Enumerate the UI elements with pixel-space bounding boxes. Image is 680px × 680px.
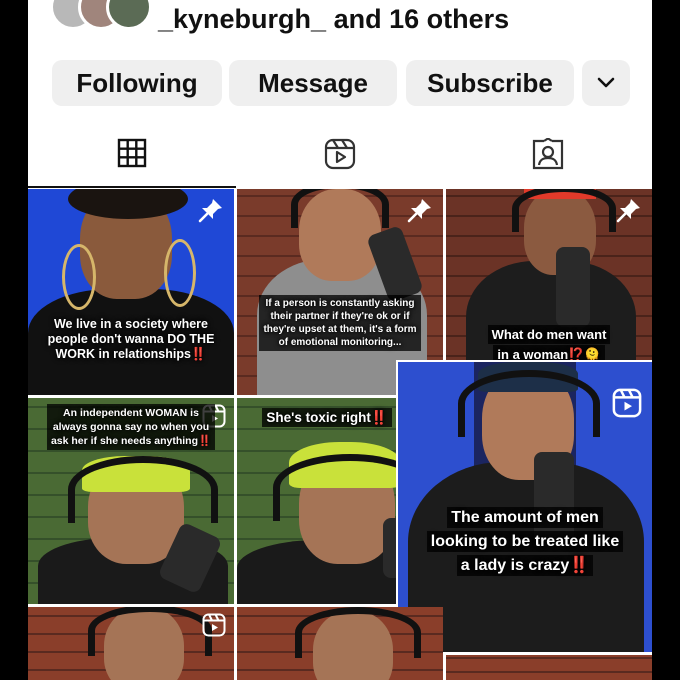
caption-line: of emotional monitoring... bbox=[278, 337, 402, 348]
subscribe-button-label: Subscribe bbox=[427, 67, 553, 98]
profile-tabs bbox=[28, 130, 652, 188]
pin-icon bbox=[198, 199, 222, 223]
post-tile[interactable] bbox=[28, 607, 234, 680]
subscribe-button[interactable]: Subscribe bbox=[406, 60, 574, 106]
post-caption: We live in a society where people don't … bbox=[32, 317, 230, 362]
post-tile[interactable] bbox=[446, 655, 652, 680]
suggested-dropdown-button[interactable] bbox=[582, 60, 630, 106]
caption-line: An independent WOMAN is bbox=[63, 407, 199, 419]
caption-line: they're upset at them, it's a form bbox=[263, 324, 417, 335]
posts-grid: We live in a society where people don't … bbox=[28, 189, 652, 680]
follower-handle[interactable]: _kyneburgh_ bbox=[158, 4, 326, 34]
post-caption: An independent WOMAN is always gonna say… bbox=[32, 404, 230, 450]
tagged-icon bbox=[532, 138, 564, 170]
caption-line: The amount of men bbox=[447, 507, 603, 528]
post-caption: What do men want in a woman⁉️🫠 bbox=[450, 325, 648, 365]
followed-by-row[interactable]: _kyneburgh_ and 16 others bbox=[28, 0, 652, 50]
caption-line: looking to be treated like bbox=[426, 531, 624, 552]
caption-line: She's toxic right‼️ bbox=[262, 408, 392, 427]
caption-line: What do men want bbox=[487, 325, 611, 344]
post-tile[interactable]: We live in a society where people don't … bbox=[28, 189, 234, 395]
profile-screen: _kyneburgh_ and 16 others Following Mess… bbox=[28, 0, 652, 680]
pin-icon bbox=[616, 199, 640, 223]
following-button-label: Following bbox=[76, 67, 198, 98]
caption-line: ask her if she needs anything‼️ bbox=[50, 435, 212, 447]
followed-by-count: and 16 others bbox=[326, 4, 510, 34]
caption-line: WORK in relationships‼️ bbox=[55, 347, 207, 361]
post-thumbnail bbox=[446, 655, 652, 680]
caption-line: always gonna say no when you bbox=[52, 421, 210, 433]
post-caption: If a person is constantly asking their p… bbox=[241, 295, 439, 351]
chevron-down-icon bbox=[597, 77, 615, 88]
tab-tagged[interactable] bbox=[444, 130, 652, 188]
reel-badge-icon bbox=[612, 388, 642, 418]
follower-avatars bbox=[50, 0, 170, 30]
caption-line: a lady is crazy‼️ bbox=[456, 555, 594, 576]
following-button[interactable]: Following bbox=[52, 60, 222, 106]
reel-badge-icon bbox=[202, 613, 226, 637]
post-tile[interactable]: An independent WOMAN is always gonna say… bbox=[28, 398, 234, 604]
caption-line: If a person is constantly asking bbox=[265, 298, 415, 309]
post-tile[interactable] bbox=[237, 607, 443, 680]
caption-line: people don't wanna DO THE bbox=[47, 332, 215, 346]
followed-by-text: _kyneburgh_ and 16 others bbox=[158, 4, 509, 35]
post-caption: She's toxic right‼️ bbox=[241, 408, 413, 427]
tab-posts[interactable] bbox=[28, 130, 236, 188]
message-button-label: Message bbox=[258, 67, 368, 98]
post-caption: The amount of men looking to be treated … bbox=[402, 506, 648, 578]
reels-icon bbox=[324, 138, 356, 170]
caption-line: their partner if they're ok or if bbox=[270, 311, 410, 322]
tab-reels[interactable] bbox=[236, 130, 444, 188]
pin-icon bbox=[407, 199, 431, 223]
grid-icon bbox=[117, 138, 147, 168]
caption-line: We live in a society where bbox=[53, 317, 208, 331]
message-button[interactable]: Message bbox=[229, 60, 397, 106]
post-thumbnail bbox=[237, 607, 443, 680]
